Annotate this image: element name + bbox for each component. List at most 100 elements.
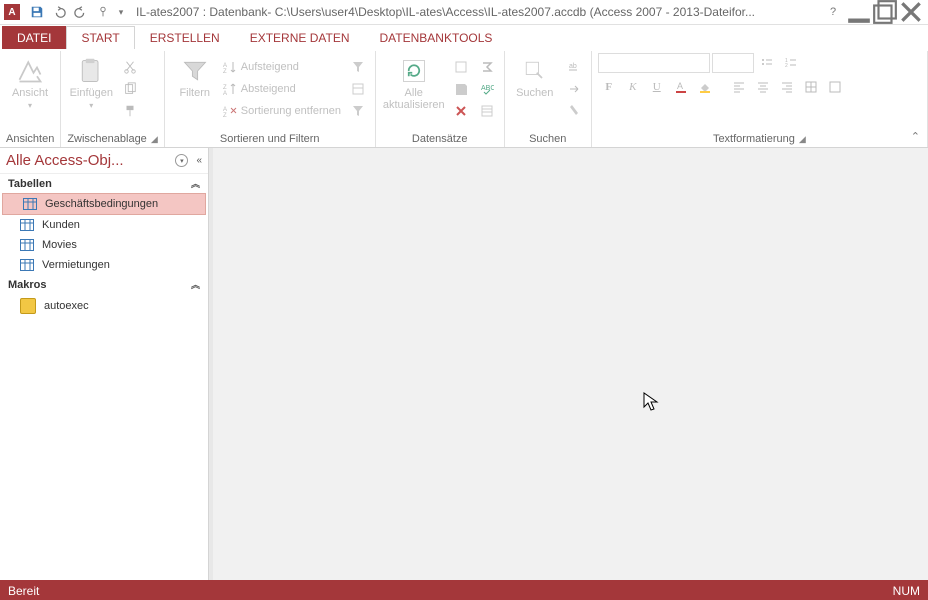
copy-button[interactable] <box>119 79 141 99</box>
qat-customize-button[interactable]: ▾ <box>114 1 128 23</box>
group-ansichten: Ansicht▾ Ansichten <box>0 51 61 147</box>
table-icon <box>20 219 34 231</box>
nav-item-vermietungen[interactable]: Vermietungen <box>0 255 208 275</box>
loeschen-button[interactable] <box>450 101 472 121</box>
alt-row-color-button[interactable] <box>824 77 846 97</box>
nav-item-label: Geschäftsbedingungen <box>45 198 158 210</box>
nav-group-makros[interactable]: Makros︽ <box>0 275 208 294</box>
italic-button[interactable]: K <box>622 77 644 97</box>
font-family-combo[interactable] <box>598 53 710 73</box>
group-sortfilter: Filtern AZAufsteigend ZAAbsteigend AZSor… <box>165 51 376 147</box>
rechtschreibung-button[interactable]: ABC <box>476 79 498 99</box>
fill-color-button[interactable] <box>694 77 716 97</box>
app-icon: A <box>4 4 20 20</box>
document-area <box>213 148 928 580</box>
speichern-button[interactable] <box>450 79 472 99</box>
einfuegen-button[interactable]: Einfügen▾ <box>67 53 115 112</box>
restore-button[interactable] <box>872 1 898 23</box>
markieren-button[interactable] <box>563 101 585 121</box>
absteigend-button[interactable]: ZAAbsteigend <box>223 79 343 99</box>
qat-touch-button[interactable] <box>92 1 114 23</box>
collapse-ribbon-button[interactable]: ⌃ <box>911 130 920 143</box>
aufsteigend-button[interactable]: AZAufsteigend <box>223 57 343 77</box>
qat-undo-button[interactable] <box>48 1 70 23</box>
status-left: Bereit <box>8 584 39 598</box>
alle-aktualisieren-button[interactable]: Alle aktualisieren <box>382 53 446 111</box>
nav-item-geschaeftsbedingungen[interactable]: Geschäftsbedingungen <box>2 193 206 215</box>
group-label-datensaetze: Datensätze <box>382 133 498 147</box>
window-title: IL-ates2007 : Datenbank- C:\Users\user4\… <box>128 5 820 19</box>
close-button[interactable] <box>898 1 924 23</box>
filter-icon <box>181 57 209 85</box>
filtern-button[interactable]: Filtern <box>171 53 219 99</box>
tab-file[interactable]: DATEI <box>2 26 66 49</box>
cut-button[interactable] <box>119 57 141 77</box>
nav-item-autoexec[interactable]: autoexec <box>0 294 208 318</box>
alle-aktualisieren-label: Alle aktualisieren <box>383 87 445 111</box>
group-label-suchen: Suchen <box>511 133 585 147</box>
suchen-label: Suchen <box>516 87 553 99</box>
nav-item-movies[interactable]: Movies <box>0 235 208 255</box>
group-textformatierung: 12 F K U A Textformatierung ◢ <box>592 51 928 147</box>
group-label-sortfilter: Sortieren und Filtern <box>171 133 369 147</box>
nav-group-tabellen[interactable]: Tabellen︽ <box>0 174 208 193</box>
gridlines-button[interactable] <box>800 77 822 97</box>
neu-button[interactable] <box>450 57 472 77</box>
qat-save-button[interactable] <box>26 1 48 23</box>
collapse-icon: ︽ <box>191 278 200 291</box>
font-color-button[interactable]: A <box>670 77 692 97</box>
nav-filter-icon[interactable]: ▾ <box>175 154 188 167</box>
view-icon <box>16 57 44 85</box>
svg-text:ABC: ABC <box>481 85 494 92</box>
bullets-button[interactable] <box>756 53 778 73</box>
bold-button[interactable]: F <box>598 77 620 97</box>
summen-button[interactable] <box>476 57 498 77</box>
ansicht-label: Ansicht <box>12 87 48 99</box>
align-left-button[interactable] <box>728 77 750 97</box>
nav-item-label: Movies <box>42 239 77 251</box>
toggle-filter-button[interactable] <box>347 101 369 121</box>
ansicht-button[interactable]: Ansicht▾ <box>6 53 54 112</box>
underline-button[interactable]: U <box>646 77 668 97</box>
align-center-button[interactable] <box>752 77 774 97</box>
tab-externe-daten[interactable]: EXTERNE DATEN <box>235 26 365 49</box>
collapse-icon: ︽ <box>191 177 200 190</box>
macro-icon <box>20 298 36 314</box>
search-icon <box>521 57 549 85</box>
svg-text:Z: Z <box>223 69 227 74</box>
advanced-filter-button[interactable] <box>347 79 369 99</box>
gehezu-button[interactable] <box>563 79 585 99</box>
nav-item-kunden[interactable]: Kunden <box>0 215 208 235</box>
dialog-launcher-zwischenablage[interactable]: ◢ <box>151 134 158 144</box>
minimize-button[interactable] <box>846 1 872 23</box>
svg-text:2: 2 <box>785 63 788 69</box>
ersetzen-button[interactable]: ab <box>563 57 585 77</box>
numbering-button[interactable]: 12 <box>780 53 802 73</box>
weitere-button[interactable] <box>476 101 498 121</box>
nav-collapse-icon[interactable]: « <box>196 155 202 166</box>
dialog-launcher-textfmt[interactable]: ◢ <box>799 134 806 144</box>
group-label-zwischenablage: Zwischenablage <box>67 133 147 145</box>
filtern-label: Filtern <box>179 87 210 99</box>
status-bar: Bereit NUM <box>0 580 928 600</box>
help-button[interactable]: ? <box>820 1 846 23</box>
suchen-button[interactable]: Suchen <box>511 53 559 99</box>
tab-datenbanktools[interactable]: DATENBANKTOOLS <box>365 26 508 49</box>
tab-erstellen[interactable]: ERSTELLEN <box>135 26 235 49</box>
group-label-textfmt: Textformatierung <box>713 133 795 145</box>
svg-text:ab: ab <box>569 63 577 70</box>
group-datensaetze: Alle aktualisieren ABC Datensätze <box>376 51 505 147</box>
qat-redo-button[interactable] <box>70 1 92 23</box>
nav-header[interactable]: Alle Access-Obj... ▾ « <box>0 148 208 174</box>
group-zwischenablage: Einfügen▾ Zwischenablage ◢ <box>61 51 164 147</box>
mouse-cursor-icon <box>643 392 659 412</box>
paste-icon <box>77 57 105 85</box>
align-right-button[interactable] <box>776 77 798 97</box>
font-size-combo[interactable] <box>712 53 754 73</box>
table-icon <box>20 259 34 271</box>
tab-start[interactable]: START <box>66 26 134 49</box>
selection-filter-button[interactable] <box>347 57 369 77</box>
sortierung-entfernen-button[interactable]: AZSortierung entfernen <box>223 101 343 121</box>
nav-header-title: Alle Access-Obj... <box>6 152 124 169</box>
format-painter-button[interactable] <box>119 101 141 121</box>
